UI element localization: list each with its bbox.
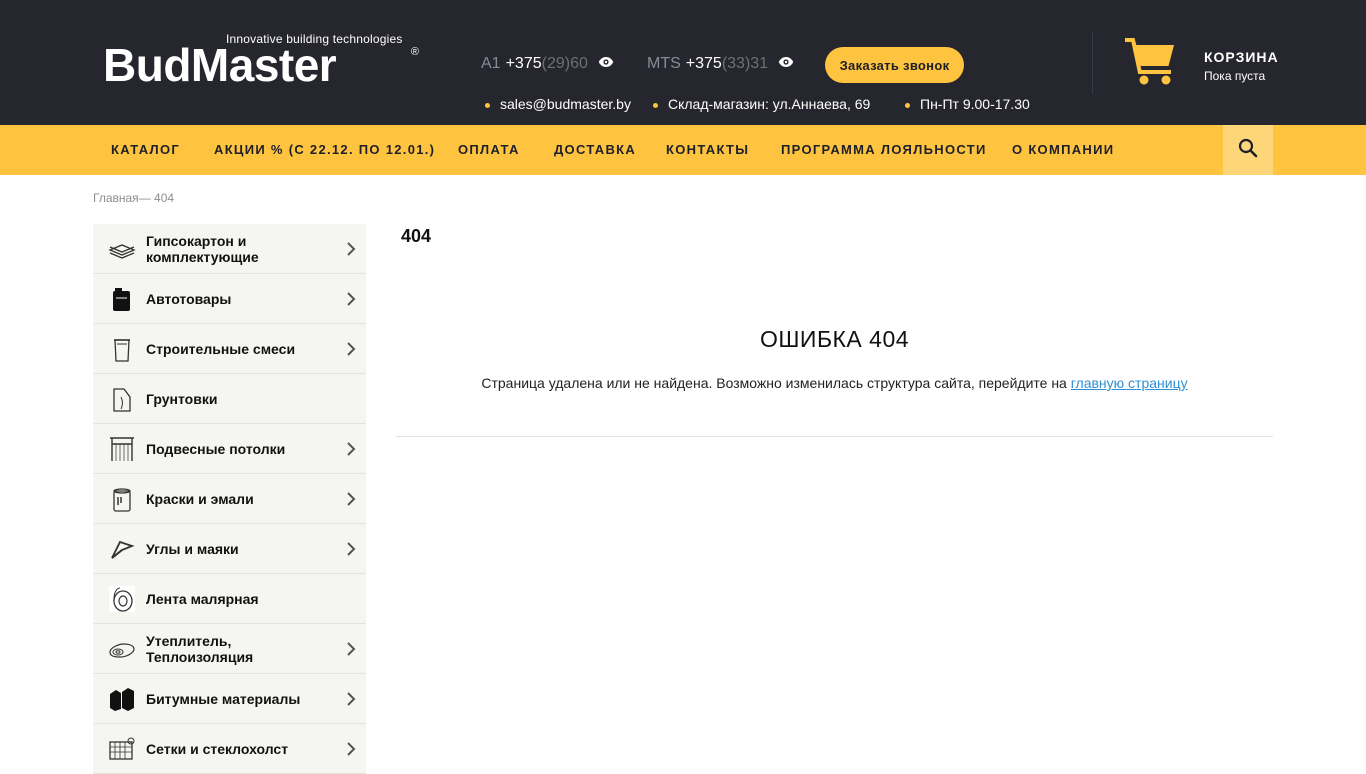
sidebar-item-label: Подвесные потолки: [146, 440, 286, 457]
breadcrumb: Главная— 404: [93, 191, 174, 205]
insulation-icon: [108, 636, 136, 662]
sidebar-item-label: Утеплитель, Теплоизоляция: [146, 632, 254, 665]
nav-item-catalog[interactable]: КАТАЛОГ: [111, 125, 180, 175]
phone-a1: A1 +375 (29)60: [481, 55, 614, 73]
chevron-right-icon: [346, 491, 356, 507]
sidebar-item-label: Автотовары: [146, 290, 232, 307]
nav-item-promotions[interactable]: АКЦИИ % (С 22.12. ПО 12.01.): [214, 125, 435, 175]
nav-search-button[interactable]: [1223, 125, 1273, 175]
header-hours: Пн-Пт 9.00-17.30: [905, 96, 1030, 112]
breadcrumb-home-link[interactable]: Главная: [93, 191, 139, 205]
sidebar-item-mixes[interactable]: Строительные смеси: [93, 324, 366, 374]
phone-number-hidden: (33)31: [721, 55, 769, 72]
show-phone-eye-icon[interactable]: [598, 55, 614, 73]
sidebar-item-label: Битумные материалы: [146, 690, 301, 707]
phone-number-visible: +375: [505, 55, 542, 72]
paint-can-icon: [108, 486, 136, 512]
bucket-icon: [108, 336, 136, 362]
home-page-link[interactable]: главную страницу: [1071, 375, 1188, 391]
sidebar-item-label: Сетки и стеклохолст: [146, 740, 289, 757]
sidebar-item-tape[interactable]: Лента малярная: [93, 574, 366, 624]
nav-item-loyalty[interactable]: ПРОГРАММА ЛОЯЛЬНОСТИ: [781, 125, 987, 175]
sidebar-item-bitumen[interactable]: Битумные материалы: [93, 674, 366, 724]
phone-number-hidden: (29)60: [541, 55, 588, 72]
tape-icon: [108, 586, 136, 612]
hours-text: Пн-Пт 9.00-17.30: [920, 96, 1030, 112]
main-nav: КАТАЛОГ АКЦИИ % (С 22.12. ПО 12.01.) ОПЛ…: [0, 125, 1366, 175]
phone-mts: MTS +375 (33)31: [647, 55, 794, 73]
chevron-right-icon: [346, 741, 356, 757]
chevron-right-icon: [346, 441, 356, 457]
corner-icon: [108, 536, 136, 562]
nav-item-payment[interactable]: ОПЛАТА: [458, 125, 520, 175]
logo-text: BudMaster: [103, 39, 337, 91]
sidebar-item-insulation[interactable]: Утеплитель, Теплоизоляция: [93, 624, 366, 674]
phone-operator: MTS: [647, 55, 681, 72]
sidebar-item-mesh[interactable]: Сетки и стеклохолст: [93, 724, 366, 774]
header-divider: [1092, 32, 1093, 94]
sidebar-item-label: Лента малярная: [146, 590, 259, 607]
ceiling-icon: [108, 436, 136, 462]
sidebar-item-label: Краски и эмали: [146, 490, 254, 507]
header-email[interactable]: sales@budmaster.by: [485, 96, 631, 112]
chevron-right-icon: [346, 291, 356, 307]
bullet-dot: [653, 102, 658, 108]
sidebar-item-label: Гипсокартон и комплектующие: [146, 232, 259, 265]
breadcrumb-separator: —: [138, 191, 155, 205]
phone-operator: A1: [481, 55, 501, 72]
search-icon: [1238, 138, 1258, 163]
page-title: 404: [401, 226, 432, 246]
chevron-right-icon: [346, 641, 356, 657]
nav-item-delivery[interactable]: ДОСТАВКА: [554, 125, 636, 175]
sidebar-item-label: Углы и маяки: [146, 540, 239, 557]
drywall-icon: [108, 236, 136, 262]
error-message: Страница удалена или не найдена. Возможн…: [396, 375, 1273, 391]
content-divider: [396, 436, 1273, 437]
nav-item-contacts[interactable]: КОНТАКТЫ: [666, 125, 749, 175]
bullet-dot: [485, 102, 490, 108]
error-heading: ОШИБКА 404: [759, 326, 910, 352]
bullet-dot: [905, 102, 910, 108]
bitumen-icon: [108, 686, 136, 712]
email-link[interactable]: sales@budmaster.by: [500, 96, 631, 112]
primer-icon: [108, 386, 136, 412]
cart-icon[interactable]: [1124, 36, 1176, 86]
cart-status: Пока пуста: [1204, 69, 1266, 83]
cart-title[interactable]: КОРЗИНА: [1204, 49, 1279, 65]
sidebar-item-primers[interactable]: Грунтовки: [93, 374, 366, 424]
breadcrumb-current: 404: [154, 191, 175, 205]
nav-item-about[interactable]: О КОМПАНИИ: [1012, 125, 1114, 175]
logo-registered-mark: ®: [410, 46, 419, 58]
address-text: Склад-магазин: ул.Аннаева, 69: [668, 96, 871, 112]
chevron-right-icon: [346, 341, 356, 357]
header-address: Склад-магазин: ул.Аннаева, 69: [653, 96, 870, 112]
order-callback-button[interactable]: Заказать звонок: [825, 47, 964, 83]
sidebar-item-label: Грунтовки: [146, 390, 218, 407]
canister-icon: [108, 286, 136, 312]
budmaster-logo[interactable]: Innovative building technologies BudMast…: [103, 32, 419, 90]
sidebar-item-paints[interactable]: Краски и эмали: [93, 474, 366, 524]
chevron-right-icon: [346, 241, 356, 257]
category-sidebar: Гипсокартон и комплектующие Автотовары С…: [93, 224, 366, 774]
error-message-text: Страница удалена или не найдена. Возможн…: [481, 375, 1071, 391]
logo-wordmark: BudMaster: [103, 39, 337, 91]
sidebar-item-drywall[interactable]: Гипсокартон и комплектующие: [93, 224, 366, 274]
sidebar-item-label: Строительные смеси: [146, 340, 296, 357]
phone-number-visible: +375: [685, 55, 722, 72]
sidebar-item-ceilings[interactable]: Подвесные потолки: [93, 424, 366, 474]
chevron-right-icon: [346, 541, 356, 557]
sidebar-item-corners[interactable]: Углы и маяки: [93, 524, 366, 574]
site-header: Innovative building technologies BudMast…: [0, 0, 1366, 125]
chevron-right-icon: [346, 691, 356, 707]
sidebar-item-auto[interactable]: Автотовары: [93, 274, 366, 324]
mesh-icon: [108, 736, 136, 762]
show-phone-eye-icon[interactable]: [778, 55, 794, 73]
